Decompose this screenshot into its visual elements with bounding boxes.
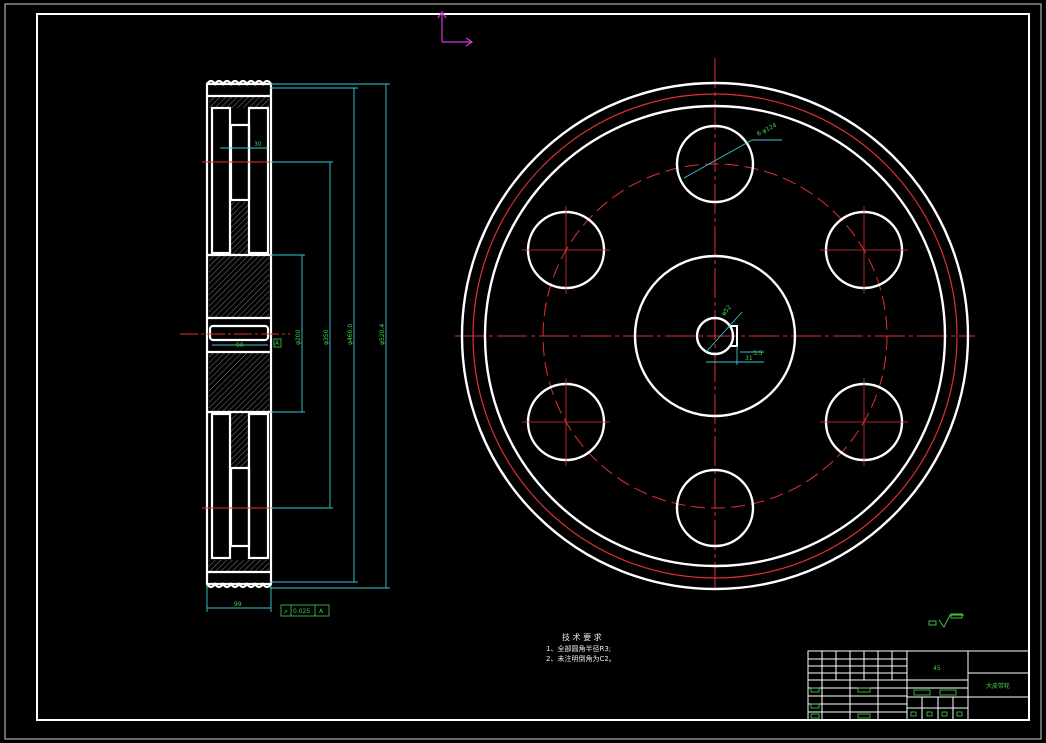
dim-d-root: φ460.0: [347, 324, 354, 345]
dim-holes: 6-φ124: [756, 122, 778, 138]
dim-d-web: φ350: [323, 329, 330, 345]
datum-label: A: [275, 340, 280, 347]
tolerance-value: 0.025: [293, 608, 310, 615]
title-part-name: 大皮带轮: [986, 682, 1010, 690]
tech-req-item1: 1、全部圆角半径R3;: [546, 644, 611, 653]
title-material: 45: [933, 665, 941, 672]
dim-hub-width: 90: [236, 342, 244, 349]
tech-req-heading: 技 术 要 求: [562, 632, 602, 642]
surface-roughness-icon: [928, 613, 964, 628]
dim-keyway: 3.5: [753, 350, 763, 357]
inner-frame: [36, 13, 1030, 721]
dim-width-top: 30: [254, 141, 262, 148]
side-section-view: 30 90 φ200 φ350 φ460.0 φ520.4 99 A ↗ 0.0…: [180, 79, 390, 617]
dim-bore: φ52: [720, 304, 733, 318]
tolerance-datum: A: [319, 608, 324, 615]
ucs-icon: [437, 10, 474, 47]
dim-key-depth: 31: [745, 355, 753, 362]
front-view: 6-φ124 φ52 3.5 31: [455, 58, 975, 591]
tech-req-item2: 2、未注明倒角为C2。: [546, 654, 616, 663]
cad-drawing: 30 90 φ200 φ350 φ460.0 φ520.4 99 A ↗ 0.0…: [4, 3, 1042, 740]
dim-d-outer: φ520.4: [379, 324, 386, 345]
dim-total-width: 99: [234, 601, 242, 608]
title-block: 45 大皮带轮: [807, 650, 1030, 721]
tolerance-symbol: ↗: [283, 609, 288, 616]
outer-frame: [4, 3, 1042, 740]
dim-d-hub: φ200: [295, 329, 302, 345]
